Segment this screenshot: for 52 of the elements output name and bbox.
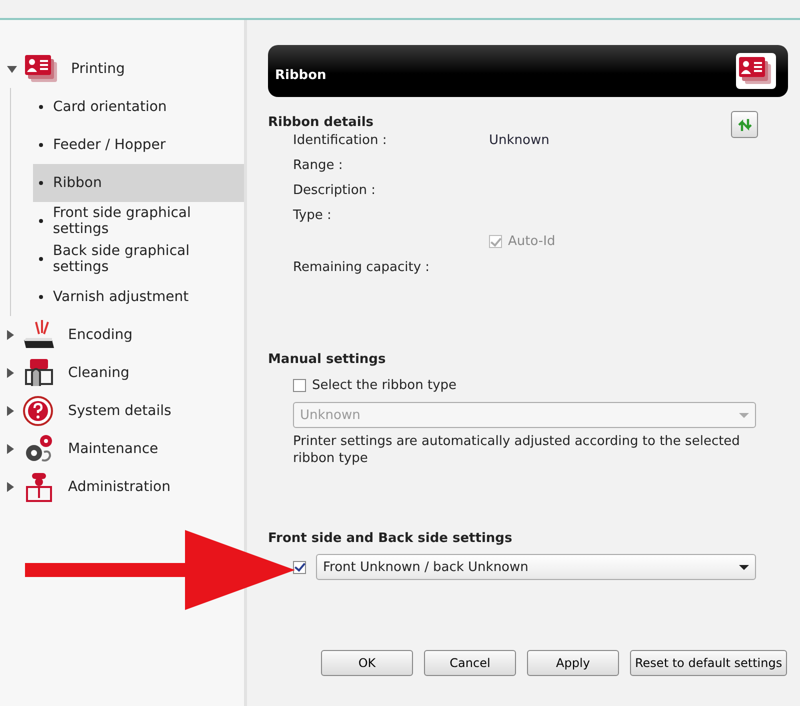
section-title: Ribbon details (268, 115, 374, 130)
tree-item[interactable]: Administration (68, 479, 170, 495)
tree-item[interactable]: Back side graphical settings (33, 240, 244, 278)
field-value: Unknown (489, 133, 550, 148)
collapse-arrow-icon[interactable] (7, 66, 17, 72)
expand-arrow-icon[interactable] (7, 406, 14, 416)
checkbox[interactable] (293, 560, 306, 574)
cleaning-hand-icon (22, 358, 56, 388)
bullet-icon (39, 257, 43, 261)
refresh-button[interactable] (731, 111, 758, 138)
tree-item[interactable]: Feeder / Hopper (33, 126, 244, 164)
tree-item[interactable]: Front side graphical settings (33, 202, 244, 240)
bullet-icon (39, 143, 43, 147)
tree-item[interactable]: Encoding (68, 327, 133, 343)
tree-item[interactable]: Varnish adjustment (33, 278, 244, 316)
tree-item[interactable]: Cleaning (68, 365, 130, 381)
id-card-tile-icon (736, 53, 776, 89)
tree-item[interactable]: Card orientation (33, 88, 244, 126)
expand-arrow-icon[interactable] (7, 330, 14, 340)
tree-item[interactable]: Ribbon (33, 164, 244, 202)
bullet-icon (39, 295, 43, 299)
note-text: Printer settings are automatically adjusted according to the selected ribbon type (293, 433, 741, 467)
expand-arrow-icon[interactable] (7, 368, 14, 378)
refresh-icon (736, 116, 752, 132)
checkbox[interactable] (293, 378, 306, 392)
expand-arrow-icon[interactable] (7, 444, 14, 454)
id-card-icon (25, 54, 59, 84)
panel-title: Ribbon (275, 68, 326, 82)
dialog-button[interactable]: Reset to default settings (630, 650, 788, 676)
dialog-button[interactable]: Cancel (424, 650, 516, 676)
tree-item[interactable]: System details (68, 403, 172, 419)
bullet-icon (39, 219, 43, 223)
dropdown-arrow-icon (739, 412, 749, 418)
section-title: Manual settings (268, 352, 387, 367)
checkbox-label[interactable]: Select the ribbon type (312, 378, 457, 392)
field-label: Description : (293, 183, 377, 198)
expand-arrow-icon[interactable] (7, 482, 14, 492)
tree-item[interactable]: Printing (71, 61, 125, 77)
field-label: Remaining capacity : (293, 260, 431, 275)
field-label: Type : (293, 208, 332, 223)
dialog-button[interactable]: Apply (527, 650, 619, 676)
field-label: Range : (293, 158, 344, 173)
field-label: Identification : (293, 133, 388, 148)
tree-item[interactable]: Maintenance (68, 441, 158, 457)
bullet-icon (39, 105, 43, 109)
dropdown[interactable]: Front Unknown / back Unknown (316, 554, 756, 580)
help-icon (22, 396, 56, 426)
dropdown-arrow-icon (739, 564, 749, 570)
encoder-icon (22, 320, 56, 350)
section-title: Front side and Back side settings (268, 531, 514, 546)
dialog-button[interactable]: OK (321, 650, 413, 676)
bullet-icon (39, 181, 43, 185)
